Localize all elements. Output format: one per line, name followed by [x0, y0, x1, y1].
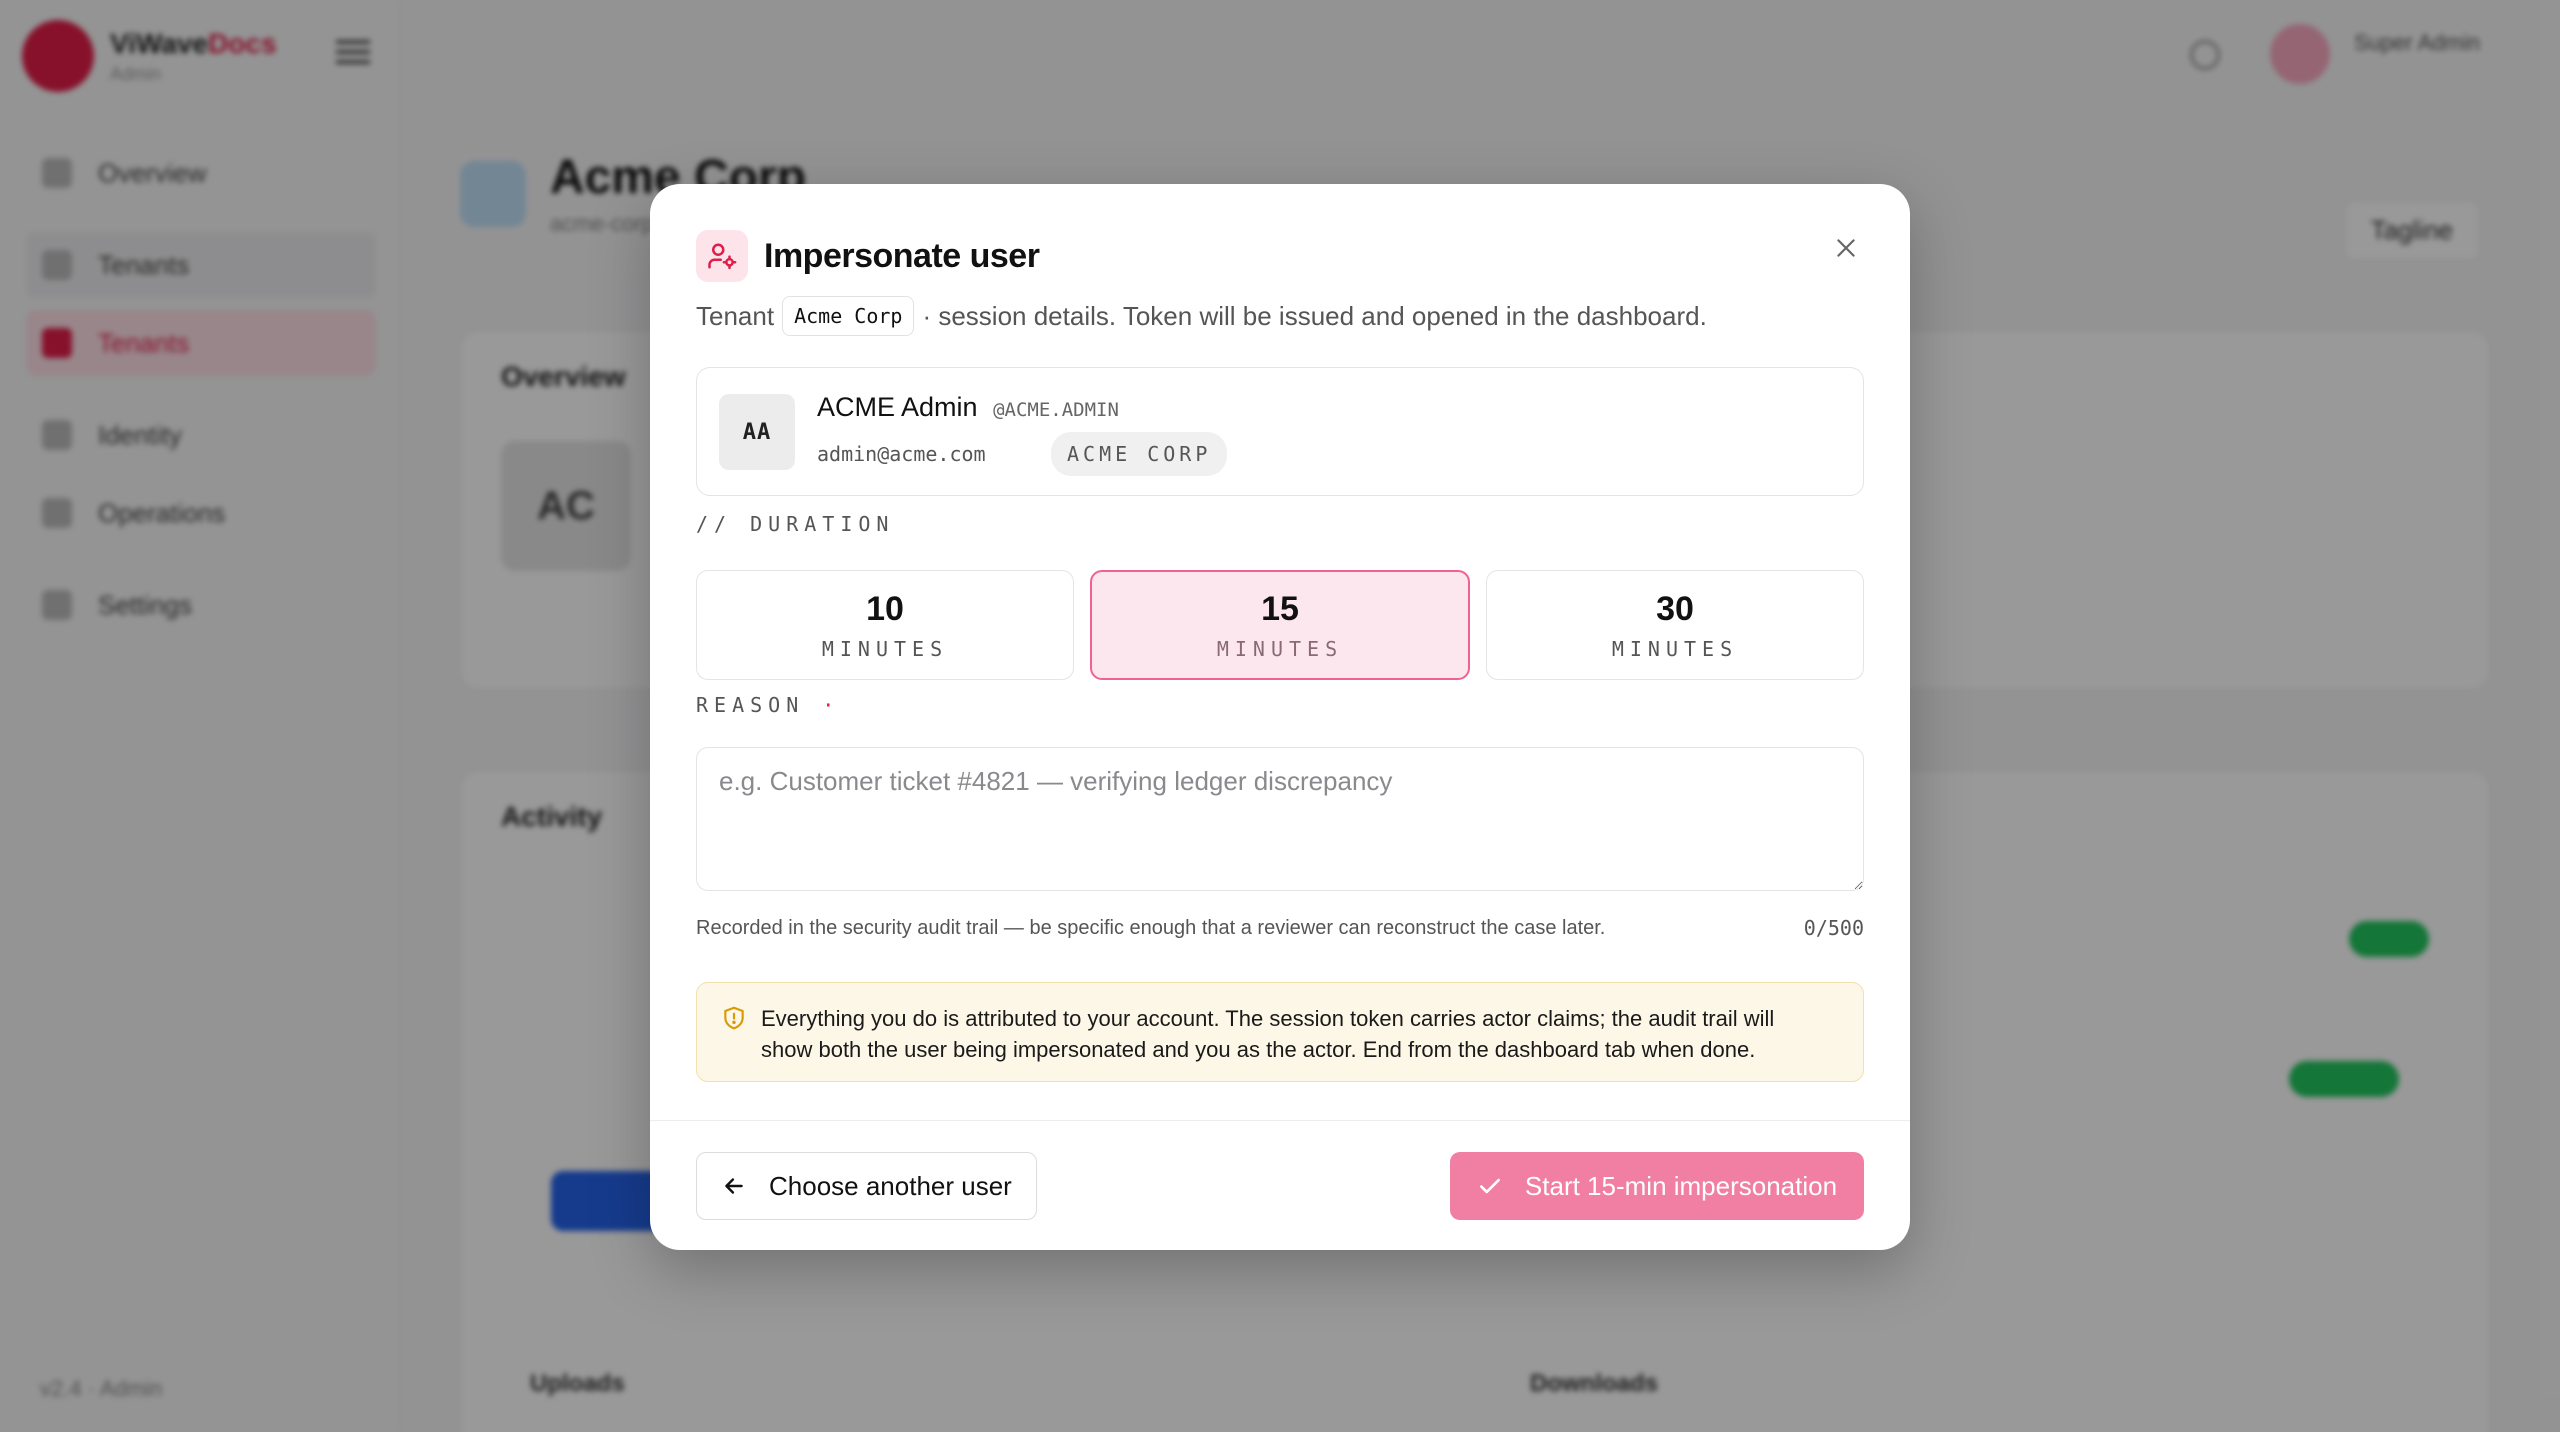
desc-suffix: · session details. Token will be issued …: [922, 300, 1707, 331]
duration-options: 10 MINUTES 15 MINUTES 30 MINUTES: [696, 570, 1864, 680]
reason-char-counter: 0/500: [1803, 916, 1864, 940]
start-impersonation-button[interactable]: Start 15-min impersonation: [1450, 1152, 1864, 1220]
button-label: Choose another user: [769, 1170, 1012, 1201]
user-tenant-badge: ACME CORP: [1051, 432, 1228, 476]
close-icon: [1837, 239, 1855, 257]
duration-option-10[interactable]: 10 MINUTES: [696, 570, 1074, 680]
choose-another-user-button[interactable]: Choose another user: [696, 1152, 1037, 1220]
duration-label: // DURATION: [696, 512, 895, 536]
tenant-chip: Acme Corp: [782, 296, 915, 336]
shield-alert-icon: [721, 1005, 747, 1036]
dialog-description: Tenant Acme Corp · session details. Toke…: [696, 296, 1707, 336]
impersonate-dialog: Impersonate user Tenant Acme Corp · sess…: [650, 184, 1910, 1250]
arrow-left-icon: [725, 1178, 743, 1194]
user-name: ACME Admin: [817, 392, 978, 422]
reason-label: REASON: [696, 693, 805, 717]
required-mark: ·: [822, 693, 841, 717]
duration-unit: MINUTES: [1611, 636, 1739, 661]
user-name-line: ACME Admin @ACME.ADMIN: [817, 392, 1119, 423]
selected-user-card: AA ACME Admin @ACME.ADMIN admin@acme.com…: [696, 367, 1864, 496]
user-handle: @ACME.ADMIN: [993, 399, 1119, 421]
reason-textarea[interactable]: [696, 747, 1864, 891]
reason-label-row: REASON ·: [696, 693, 840, 717]
duration-value: 30: [1656, 589, 1694, 628]
dialog-header: Impersonate user: [696, 230, 1040, 282]
duration-unit: MINUTES: [1216, 636, 1344, 661]
duration-value: 15: [1261, 589, 1299, 628]
dialog-title: Impersonate user: [764, 236, 1040, 275]
duration-value: 10: [866, 589, 904, 628]
user-cog-icon: [696, 230, 748, 282]
desc-prefix: Tenant: [696, 300, 775, 331]
duration-unit: MINUTES: [821, 636, 949, 661]
duration-option-30[interactable]: 30 MINUTES: [1486, 570, 1864, 680]
button-label: Start 15-min impersonation: [1524, 1170, 1838, 1201]
duration-option-15[interactable]: 15 MINUTES: [1090, 570, 1470, 680]
check-icon: [1479, 1178, 1500, 1194]
reason-helper-text: Recorded in the security audit trail — b…: [696, 917, 1606, 939]
dialog-footer-divider: [650, 1120, 1910, 1121]
attribution-warning: Everything you do is attributed to your …: [696, 982, 1864, 1082]
close-button[interactable]: [1828, 230, 1864, 266]
warning-text: Everything you do is attributed to your …: [761, 1006, 1775, 1062]
avatar: AA: [719, 394, 795, 470]
user-email: admin@acme.com: [817, 442, 986, 466]
